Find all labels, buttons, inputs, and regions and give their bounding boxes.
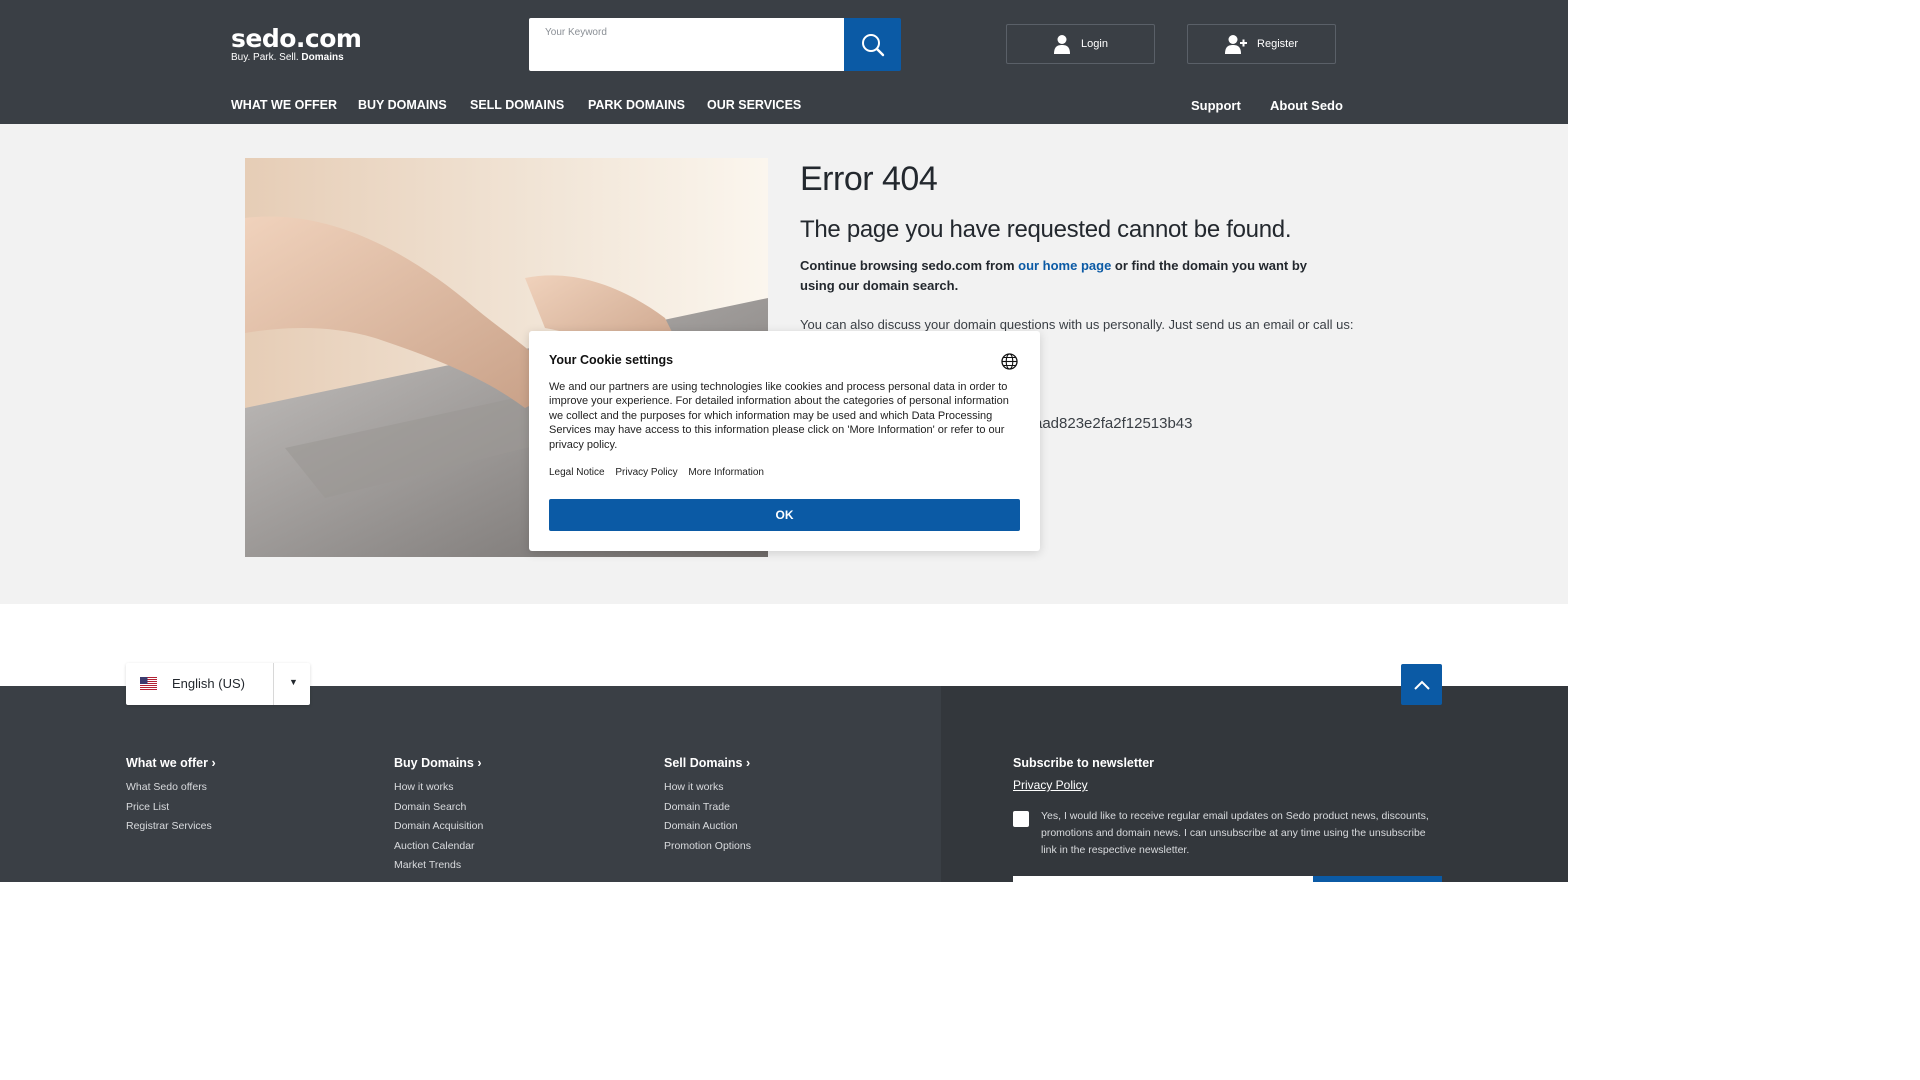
more-information-link[interactable]: More Information (688, 467, 764, 478)
error-paragraph-browse: Continue browsing sedo.com from our home… (800, 256, 1330, 295)
browse-text-before: Continue browsing sedo.com from (800, 258, 1019, 273)
nav-what-we-offer[interactable]: WHAT WE OFFER (231, 98, 337, 112)
register-button[interactable]: Register (1187, 24, 1336, 64)
back-to-top-button[interactable] (1401, 664, 1442, 705)
footer-link-promotion-options[interactable]: Promotion Options (664, 840, 751, 852)
footer-link-registrar-services[interactable]: Registrar Services (126, 820, 212, 832)
newsletter-consent-checkbox[interactable] (1013, 811, 1029, 827)
login-label: Login (1081, 38, 1108, 50)
cookie-description: We and our partners are using technologi… (549, 381, 1009, 451)
footer-link-buy-how-it-works[interactable]: How it works (394, 781, 454, 793)
footer-link-domain-trade[interactable]: Domain Trade (664, 801, 730, 813)
footer-link-sell-how-it-works[interactable]: How it works (664, 781, 724, 793)
chevron-up-icon (1413, 680, 1430, 690)
footer-buy-domains-heading[interactable]: Buy Domains › (394, 756, 482, 770)
sedo-logo[interactable]: sedo.com Buy. Park. Sell. Domains (231, 24, 362, 64)
nav-sell-domains[interactable]: SELL DOMAINS (470, 98, 564, 112)
newsletter-consent-text: Yes, I would like to receive regular ema… (1041, 810, 1429, 856)
user-plus-icon (1225, 35, 1248, 54)
login-button[interactable]: Login (1006, 24, 1155, 64)
footer-sell-domains-heading[interactable]: Sell Domains › (664, 756, 750, 770)
chevron-right-icon: › (477, 756, 482, 770)
nav-about-sedo[interactable]: About Sedo (1270, 98, 1343, 113)
newsletter-privacy-link[interactable]: Privacy Policy (1013, 778, 1088, 792)
caret-down-icon: ▼ (289, 677, 298, 687)
search-box: Your Keyword (529, 18, 845, 71)
search-icon (861, 33, 884, 56)
footer-col-title-2: Buy Domains (394, 756, 474, 770)
cookie-title: Your Cookie settings (549, 353, 674, 367)
language-selector[interactable]: English (US) ▼ (126, 663, 310, 705)
footer-link-what-sedo-offers[interactable]: What Sedo offers (126, 781, 207, 793)
user-icon (1054, 35, 1071, 54)
error-title: Error 404 (800, 160, 938, 198)
nav-our-services[interactable]: OUR SERVICES (707, 98, 801, 112)
newsletter-email-input[interactable] (1013, 876, 1313, 882)
footer-link-domain-auction[interactable]: Domain Auction (664, 820, 738, 832)
register-label: Register (1257, 38, 1298, 50)
logo-tagline-bold: Domains (301, 52, 344, 63)
cookie-settings-dialog: Your Cookie settings We and our partners… (529, 331, 1040, 551)
home-page-link[interactable]: our home page (1018, 258, 1111, 273)
footer-link-auction-calendar[interactable]: Auction Calendar (394, 840, 475, 852)
privacy-policy-link[interactable]: Privacy Policy (615, 467, 677, 478)
footer-link-domain-search[interactable]: Domain Search (394, 801, 466, 813)
language-divider (273, 663, 274, 705)
newsletter-subscribe-button[interactable] (1313, 876, 1442, 882)
footer-col-title-1: What we offer (126, 756, 208, 770)
logo-wordmark: sedo.com (231, 24, 362, 53)
footer-link-domain-acquisition[interactable]: Domain Acquisition (394, 820, 483, 832)
logo-tagline: Buy. Park. Sell. Domains (231, 52, 361, 64)
footer-link-market-trends[interactable]: Market Trends (394, 859, 461, 871)
keyword-search-input[interactable] (529, 18, 845, 71)
legal-notice-link[interactable]: Legal Notice (549, 467, 605, 478)
newsletter-title: Subscribe to newsletter (1013, 756, 1155, 770)
nav-support[interactable]: Support (1191, 98, 1241, 113)
nav-park-domains[interactable]: PARK DOMAINS (588, 98, 685, 112)
footer-link-price-list[interactable]: Price List (126, 801, 169, 813)
cookie-ok-button[interactable]: OK (549, 499, 1020, 531)
cookie-links: Legal Notice Privacy Policy More Informa… (549, 467, 772, 478)
chevron-right-icon: › (211, 756, 216, 770)
nav-buy-domains[interactable]: BUY DOMAINS (358, 98, 447, 112)
search-button[interactable] (844, 18, 901, 71)
error-subtitle: The page you have requested cannot be fo… (800, 216, 1292, 243)
globe-icon[interactable] (1001, 353, 1018, 375)
chevron-right-icon: › (745, 756, 751, 770)
language-label: English (US) (172, 676, 245, 691)
us-flag-icon (140, 677, 157, 690)
error-reference-id: aad823e2fa2f12513b43 (1034, 415, 1193, 432)
logo-tagline-text: Buy. Park. Sell. (231, 52, 299, 63)
footer-col-title-3: Sell Domains (664, 756, 743, 770)
footer-what-we-offer-heading[interactable]: What we offer › (126, 756, 216, 770)
